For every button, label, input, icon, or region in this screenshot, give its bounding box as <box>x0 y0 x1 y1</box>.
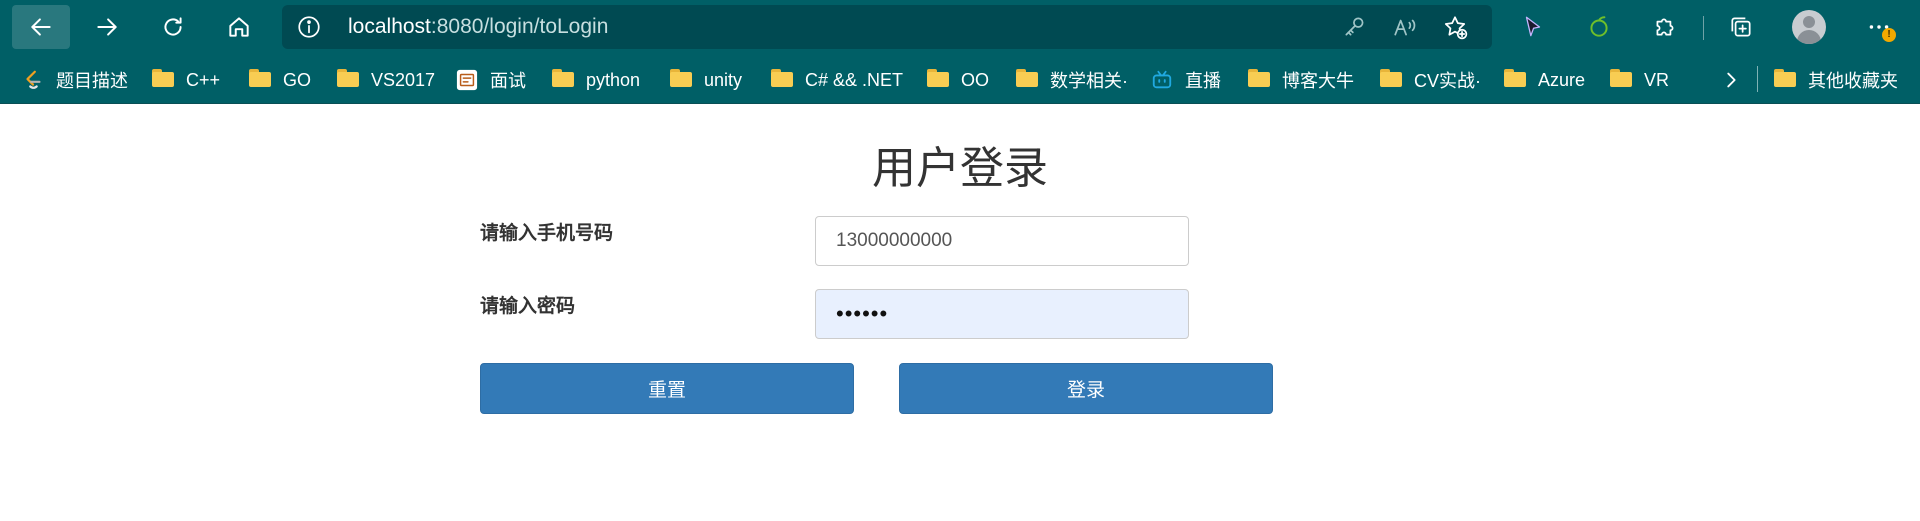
bookmark-label: C++ <box>186 69 221 90</box>
back-button[interactable] <box>12 5 70 49</box>
url-host: localhost <box>348 15 431 38</box>
bookmarks-divider <box>1757 66 1758 92</box>
home-icon <box>229 17 249 37</box>
bookmark-item[interactable]: 直播 <box>1151 66 1221 94</box>
refresh-button[interactable] <box>144 5 202 49</box>
folder-icon <box>1016 69 1038 91</box>
folder-icon <box>1774 69 1796 91</box>
bookmark-label: VR <box>1644 69 1670 90</box>
folder-icon <box>1248 69 1270 91</box>
bookmark-label: CV实战· <box>1414 71 1481 91</box>
add-favorite-icon[interactable] <box>1442 14 1468 40</box>
extensions-button[interactable] <box>1636 5 1694 49</box>
bookmark-folder[interactable]: 数学相关· <box>1016 66 1128 94</box>
avatar-body <box>1797 30 1821 44</box>
bookmark-label: 博客大牛 <box>1282 71 1354 91</box>
folder-icon <box>670 69 692 91</box>
address-bar[interactable]: localhost:8080/login/toLogin <box>282 5 1492 49</box>
cursor-icon <box>1525 16 1541 37</box>
settings-more-button[interactable] <box>1850 5 1908 49</box>
key-icon[interactable] <box>1342 14 1368 40</box>
alert-badge: ! <box>1882 28 1896 42</box>
site-icon <box>456 69 478 91</box>
bookmark-item[interactable]: 题目描述 <box>22 66 128 94</box>
login-button[interactable]: 登录 <box>899 363 1273 414</box>
toolbar-divider <box>1703 16 1704 40</box>
bookmark-folder[interactable]: VS2017 <box>337 66 435 94</box>
puzzle-icon <box>1656 18 1674 36</box>
address-url[interactable]: localhost:8080/login/toLogin <box>348 15 608 39</box>
bookmark-label: python <box>586 69 641 90</box>
bookmarks-overflow-button[interactable] <box>1720 66 1742 94</box>
phone-input[interactable]: 13000000000 <box>815 216 1189 266</box>
page-title: 用户登录 <box>872 143 1048 194</box>
bookmark-label: C# && .NET <box>805 69 904 90</box>
folder-icon <box>927 69 949 91</box>
url-path: :8080/login/toLogin <box>430 15 609 38</box>
leaf-icon <box>1590 16 1608 37</box>
cursor-extension-button[interactable] <box>1504 5 1562 49</box>
bookmark-folder[interactable]: C# && .NET <box>771 66 903 94</box>
folder-icon <box>1380 69 1402 91</box>
password-input-value: •••••• <box>836 301 889 326</box>
browser-toolbar: localhost:8080/login/toLogin ! <box>0 0 1920 56</box>
bilibili-icon <box>1152 70 1172 89</box>
bookmark-folder[interactable]: GO <box>249 66 311 94</box>
bookmark-folder[interactable]: CV实战· <box>1380 66 1481 94</box>
bookmark-label: 直播 <box>1185 71 1221 91</box>
leaf-extension-button[interactable] <box>1570 5 1628 49</box>
read-aloud-icon[interactable] <box>1392 14 1418 40</box>
leetcode-icon <box>26 70 41 89</box>
bookmark-label: 题目描述 <box>56 71 128 91</box>
bookmark-item[interactable]: 面试 <box>456 66 526 94</box>
bookmark-folder[interactable]: python <box>552 66 640 94</box>
avatar-head <box>1803 16 1815 28</box>
folder-icon <box>249 69 271 91</box>
collections-icon <box>1731 17 1751 37</box>
password-input[interactable]: •••••• <box>815 289 1189 339</box>
bookmark-folder[interactable]: VR <box>1610 66 1669 94</box>
folder-icon <box>337 69 359 91</box>
refresh-icon <box>164 17 182 36</box>
bookmark-label: 数学相关· <box>1050 71 1128 91</box>
password-label: 请输入密码 <box>480 295 576 317</box>
bookmark-label: Azure <box>1538 69 1586 90</box>
bookmark-label: unity <box>704 69 743 90</box>
bookmark-label: 面试 <box>490 71 526 91</box>
forward-arrow-icon <box>97 18 117 36</box>
bookmark-label: VS2017 <box>371 69 436 90</box>
bookmark-label: 其他收藏夹 <box>1808 71 1898 91</box>
folder-icon <box>1504 69 1526 91</box>
back-arrow-icon <box>31 18 51 36</box>
folder-icon <box>152 69 174 91</box>
bookmarks-bar: 题目描述 C++ GO VS2017 面试 python unity C# &&… <box>0 56 1920 104</box>
bookmark-folder[interactable]: Azure <box>1504 66 1585 94</box>
other-favorites-folder[interactable]: 其他收藏夹 <box>1774 66 1898 94</box>
folder-icon <box>771 69 793 91</box>
phone-input-value: 13000000000 <box>836 230 953 251</box>
bookmark-label: OO <box>961 69 990 90</box>
phone-label: 请输入手机号码 <box>480 222 614 244</box>
reset-button[interactable]: 重置 <box>480 363 854 414</box>
folder-icon <box>1610 69 1632 91</box>
bookmark-folder[interactable]: OO <box>927 66 989 94</box>
site-info-icon[interactable] <box>296 14 322 40</box>
profile-avatar[interactable] <box>1792 10 1826 44</box>
folder-icon <box>552 69 574 91</box>
forward-button[interactable] <box>78 5 136 49</box>
bookmark-folder[interactable]: 博客大牛 <box>1248 66 1354 94</box>
home-button[interactable] <box>210 5 268 49</box>
collections-button[interactable] <box>1712 5 1770 49</box>
bookmark-label: GO <box>283 69 312 90</box>
chevron-right-icon <box>1727 72 1736 88</box>
bookmark-folder[interactable]: C++ <box>152 66 220 94</box>
bookmark-folder[interactable]: unity <box>670 66 742 94</box>
